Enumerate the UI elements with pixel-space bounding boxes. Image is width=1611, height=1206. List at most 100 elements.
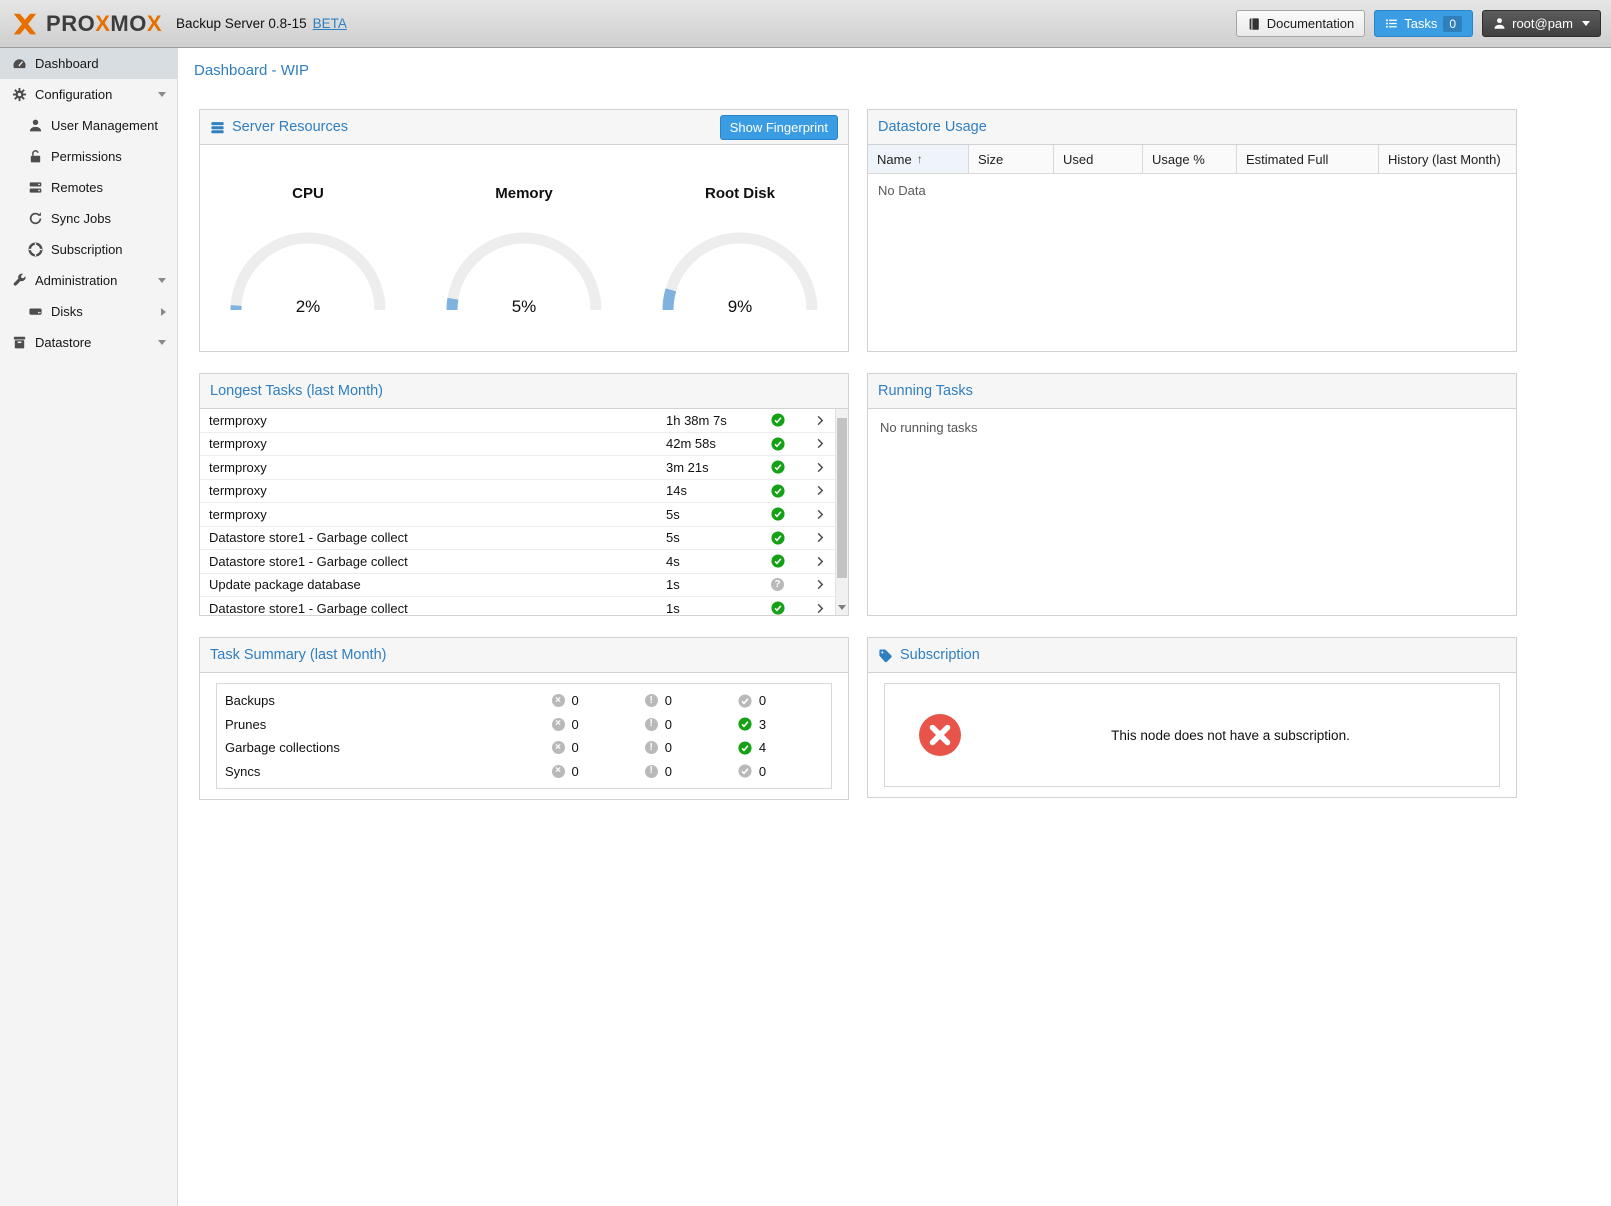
chevron-right-icon[interactable]: [805, 437, 835, 450]
task-summary-label: Prunes: [225, 717, 552, 732]
chevron-down-icon[interactable]: [158, 340, 166, 345]
task-row[interactable]: termproxy 42m 58s: [200, 433, 835, 457]
scrollbar-thumb[interactable]: [837, 418, 847, 578]
show-fingerprint-button[interactable]: Show Fingerprint: [720, 115, 838, 140]
task-summary-row-backups[interactable]: Backups ×0 !0 0: [217, 689, 831, 713]
cpu-gauge: CPU 2%: [200, 185, 416, 351]
gauges: CPU 2% Memory 5% Root Disk 9%: [200, 145, 848, 351]
subscription-tag-icon: [878, 648, 893, 663]
task-name: termproxy: [209, 460, 666, 475]
chevron-right-icon[interactable]: [805, 602, 835, 615]
sidebar-item-disks[interactable]: Disks: [0, 296, 177, 327]
column-header-usage[interactable]: Usage %: [1143, 145, 1237, 173]
sidebar-item-configuration[interactable]: Configuration: [0, 79, 177, 110]
column-header-estimated-full[interactable]: Estimated Full: [1237, 145, 1379, 173]
task-row[interactable]: termproxy 3m 21s: [200, 456, 835, 480]
sidebar-item-label: Datastore: [35, 335, 91, 350]
ok-count: 3: [759, 717, 766, 732]
documentation-label: Documentation: [1267, 16, 1354, 31]
proxmox-logo-icon: [10, 9, 40, 39]
sidebar-item-label: Permissions: [51, 149, 122, 164]
server-icon: [27, 180, 43, 196]
task-name: Update package database: [209, 577, 666, 592]
gauge-label: CPU: [200, 185, 416, 202]
task-row[interactable]: Datastore store1 - Garbage collect 1s: [200, 597, 835, 615]
scroll-down-button[interactable]: [836, 600, 848, 615]
task-row[interactable]: termproxy 14s: [200, 480, 835, 504]
task-summary-label: Syncs: [225, 764, 552, 779]
chevron-right-icon[interactable]: [805, 555, 835, 568]
error-count: 0: [572, 740, 579, 755]
warning-count: 0: [665, 764, 672, 779]
gauge-percent: 5%: [439, 297, 609, 317]
documentation-button[interactable]: Documentation: [1236, 10, 1365, 37]
ok-status-icon: [771, 437, 805, 451]
task-row[interactable]: termproxy 1h 38m 7s: [200, 409, 835, 433]
chevron-right-icon[interactable]: [805, 508, 835, 521]
chevron-right-icon[interactable]: [805, 484, 835, 497]
error-count: 0: [572, 764, 579, 779]
chevron-right-icon[interactable]: [805, 461, 835, 474]
task-duration: 5s: [666, 507, 771, 522]
datastore-usage-panel: Datastore Usage Name↑Size Used Usage %Esti…: [867, 109, 1517, 352]
sidebar-item-administration[interactable]: Administration: [0, 265, 177, 296]
sidebar-item-subscription[interactable]: Subscription: [0, 234, 177, 265]
sidebar-item-permissions[interactable]: Permissions: [0, 141, 177, 172]
sidebar-item-datastore[interactable]: Datastore: [0, 327, 177, 358]
task-summary-row-prunes[interactable]: Prunes ×0 !0 3: [217, 713, 831, 737]
warning-count: 0: [665, 693, 672, 708]
running-tasks-panel: Running Tasks No running tasks: [867, 373, 1517, 616]
datastore-grid-header: Name↑Size Used Usage %Estimated FullHistor…: [868, 145, 1516, 174]
column-header-history-last-month[interactable]: History (last Month): [1379, 145, 1516, 173]
task-name: termproxy: [209, 436, 666, 451]
task-duration: 1s: [666, 601, 771, 615]
column-header-used[interactable]: Used: [1054, 145, 1143, 173]
task-summary-row-syncs[interactable]: Syncs ×0 !0 0: [217, 760, 831, 784]
task-summary-row-garbage-collections[interactable]: Garbage collections ×0 !0 4: [217, 736, 831, 760]
task-name: termproxy: [209, 507, 666, 522]
longest-tasks-list: termproxy 1h 38m 7s termproxy 42m 58s te…: [200, 409, 848, 615]
wrench-icon: [11, 273, 27, 289]
arrow-down-icon: [838, 605, 846, 610]
column-header-name[interactable]: Name↑: [868, 145, 969, 173]
task-row[interactable]: Datastore store1 - Garbage collect 5s: [200, 527, 835, 551]
chevron-right-icon[interactable]: [161, 308, 166, 316]
task-row[interactable]: termproxy 5s: [200, 503, 835, 527]
sidebar-item-user-management[interactable]: User Management: [0, 110, 177, 141]
memory-gauge: Memory 5%: [416, 185, 632, 351]
task-row[interactable]: Update package database 1s ?: [200, 574, 835, 598]
datastore-empty-text: No Data: [868, 174, 1516, 351]
scrollbar[interactable]: [835, 409, 848, 615]
chevron-down-icon[interactable]: [158, 278, 166, 283]
task-summary-label: Backups: [225, 693, 552, 708]
warning-count-icon: !: [645, 694, 658, 707]
main-area: Dashboard - WIP Server Resources Show Fi…: [178, 48, 1611, 1206]
server-resources-panel: Server Resources Show Fingerprint CPU 2%…: [199, 109, 849, 352]
ok-count: 4: [759, 740, 766, 755]
chevron-down-icon[interactable]: [158, 92, 166, 97]
sidebar-item-remotes[interactable]: Remotes: [0, 172, 177, 203]
user-icon: [27, 118, 43, 134]
column-header-size[interactable]: Size: [969, 145, 1054, 173]
error-count-icon: ×: [552, 741, 565, 754]
archive-icon: [11, 335, 27, 351]
chevron-right-icon[interactable]: [805, 414, 835, 427]
warning-count: 0: [665, 717, 672, 732]
chevron-down-icon: [1582, 21, 1590, 26]
beta-link[interactable]: BETA: [313, 16, 347, 31]
sidebar-item-label: Administration: [35, 273, 117, 288]
running-tasks-title: Running Tasks: [878, 383, 973, 399]
task-row[interactable]: Datastore store1 - Garbage collect 4s: [200, 550, 835, 574]
subscription-panel: Subscription This node does not have a s…: [867, 637, 1517, 798]
sidebar-item-dashboard[interactable]: Dashboard: [0, 48, 177, 79]
longest-tasks-title: Longest Tasks (last Month): [210, 383, 383, 399]
task-name: termproxy: [209, 483, 666, 498]
chevron-right-icon[interactable]: [805, 531, 835, 544]
column-header-label: Used: [1063, 152, 1093, 167]
tasks-button[interactable]: Tasks 0: [1374, 10, 1473, 37]
datastore-usage-title: Datastore Usage: [878, 119, 987, 135]
datastore-usage-header: Datastore Usage: [868, 110, 1516, 145]
chevron-right-icon[interactable]: [805, 578, 835, 591]
sidebar-item-sync-jobs[interactable]: Sync Jobs: [0, 203, 177, 234]
user-menu-button[interactable]: root@pam: [1482, 10, 1601, 37]
